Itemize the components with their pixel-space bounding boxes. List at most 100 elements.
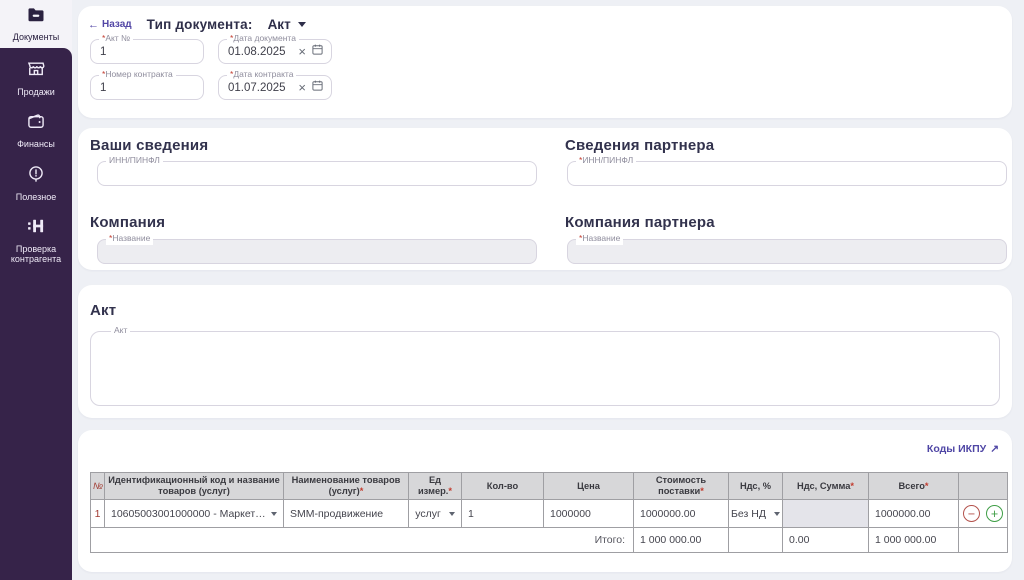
parties-info-card: Ваши сведения Сведения партнера ИНН/ПИНФ… [78,128,1012,270]
partner-company-name-field: *Название [567,233,1007,264]
footer-vat-sum: 0.00 [782,527,869,554]
info-pin-icon [26,164,46,189]
storefront-icon [26,59,46,84]
partner-company-heading: Компания партнера [565,214,715,231]
contract-date-label: *Дата контракта [227,69,297,81]
external-link-icon: ↗ [990,443,999,455]
items-table: № Идентификационный код и название товар… [90,471,1008,554]
chevron-down-icon [297,22,306,27]
cell-supply-cost: 1000000.00 [633,499,729,529]
h-logo-icon [26,216,46,241]
footer-vat-percent [728,527,783,554]
sidebar-item-useful[interactable]: Полезное [1,164,71,202]
table-header-row: № Идентификационный код и название товар… [90,471,1008,501]
col-header-qty: Кол-во [461,471,544,501]
cell-quantity[interactable]: 1 [461,499,544,529]
back-link[interactable]: ← Назад [88,19,132,31]
company-name-field: *Название [97,233,537,264]
cell-unit: услуг [408,499,462,529]
col-header-code: Идентификационный код и название товаров… [104,471,284,501]
clear-date-icon[interactable]: × [298,45,306,58]
sidebar-item-counterparty-check[interactable]: Проверка контрагента [1,216,71,265]
cell-total: 1000000.00 [868,499,959,529]
contract-number-label: *Номер контракта [99,69,176,81]
col-header-supply-cost: Стоимость поставки* [633,471,729,501]
col-header-vat-percent: Ндс, % [728,471,783,501]
cell-product-code: 10605003001000000 - Маркетинговы [104,499,284,529]
sidebar-item-label: Полезное [15,191,57,202]
act-heading: Акт [90,302,117,319]
contract-number-field[interactable]: *Номер контракта [90,69,204,100]
doc-type-select[interactable]: Акт [268,17,306,32]
items-card: Коды ИКПУ ↗ № Идентификационный код и на… [78,430,1012,572]
clear-date-icon[interactable]: × [298,81,306,94]
partner-company-name-label: *Название [576,233,624,245]
unit-select[interactable]: услуг [415,508,455,520]
sidebar-item-label: Финансы [17,139,55,150]
act-number-label: *Акт № [99,33,134,45]
footer-supply-cost: 1 000 000.00 [633,527,729,554]
cell-vat-sum [782,499,869,529]
col-header-total: Всего* [868,471,959,501]
cell-price[interactable]: 1000000 [543,499,634,529]
sidebar-item-label: Продажи [17,87,55,97]
partner-info-heading: Сведения партнера [565,137,715,154]
your-info-heading: Ваши сведения [90,137,209,154]
remove-row-button[interactable]: − [963,505,980,523]
company-name-label: *Название [106,233,154,245]
document-header-card: ← Назад Тип документа: Акт *Акт № *Дата … [78,6,1012,118]
wallet-icon [26,111,46,136]
product-code-select[interactable]: 10605003001000000 - Маркетинговы [111,508,277,520]
col-header-num: № [90,471,105,501]
partner-inn-label: *ИНН/ПИНФЛ [576,155,637,167]
ikpu-codes-link[interactable]: Коды ИКПУ ↗ [927,443,999,455]
act-textarea-field[interactable]: Акт [90,325,1000,406]
table-footer-row: Итого: 1 000 000.00 0.00 1 000 000.00 [90,527,1008,554]
col-header-name: Наименование товаров (услуг)* [283,471,409,501]
partner-company-name-input [568,240,1006,263]
col-header-unit: Ед измер.* [408,471,462,501]
cell-row-actions: − + [958,499,1008,529]
documents-folder-icon [26,5,46,30]
doc-type-label: Тип документа: [146,17,253,32]
vat-percent-select[interactable]: Без НД [731,508,780,520]
chevron-down-icon [773,511,780,516]
doc-type-value: Акт [267,17,291,32]
contract-date-field[interactable]: *Дата контракта × [218,69,332,100]
company-heading: Компания [90,214,166,231]
totals-label: Итого: [90,527,634,554]
cell-vat-percent: Без НД [728,499,783,529]
doc-date-field[interactable]: *Дата документа × [218,33,332,64]
cell-product-name[interactable]: SMM-продвижение [283,499,409,529]
cell-row-number: 1 [90,499,105,529]
doc-date-label: *Дата документа [227,33,299,45]
act-number-field[interactable]: *Акт № [90,33,204,64]
calendar-icon[interactable] [311,79,324,97]
sidebar: Документы Продажи Финансы Полезное Прове… [0,0,72,580]
partner-inn-field[interactable]: *ИНН/ПИНФЛ [567,155,1007,186]
chevron-down-icon [448,511,455,516]
sidebar-item-finance[interactable]: Финансы [1,111,71,149]
sidebar-item-documents[interactable]: Документы [0,0,72,48]
your-inn-field[interactable]: ИНН/ПИНФЛ [97,155,537,186]
sidebar-item-label: Проверка контрагента [10,244,62,265]
sidebar-item-label: Документы [12,32,60,43]
col-header-actions [958,471,1008,501]
sidebar-item-sales[interactable]: Продажи [1,59,71,97]
sidebar-nav: Продажи Финансы Полезное Проверка контра… [0,48,72,580]
chevron-down-icon [271,511,277,516]
document-topbar: ← Назад Тип документа: Акт [78,6,1012,32]
footer-actions-empty [958,527,1008,554]
back-label: Назад [102,19,132,30]
add-row-button[interactable]: + [986,505,1003,523]
act-textarea-label: Акт [111,325,131,337]
calendar-icon[interactable] [311,43,324,61]
table-row: 1 10605003001000000 - Маркетинговы SMM-п… [90,499,1008,529]
your-inn-input[interactable] [98,162,536,185]
your-inn-label: ИНН/ПИНФЛ [106,155,163,167]
col-header-price: Цена [543,471,634,501]
col-header-vat-sum: Ндс, Сумма* [782,471,869,501]
act-textarea[interactable] [91,332,999,405]
footer-total: 1 000 000.00 [868,527,959,554]
company-name-input [98,240,536,263]
